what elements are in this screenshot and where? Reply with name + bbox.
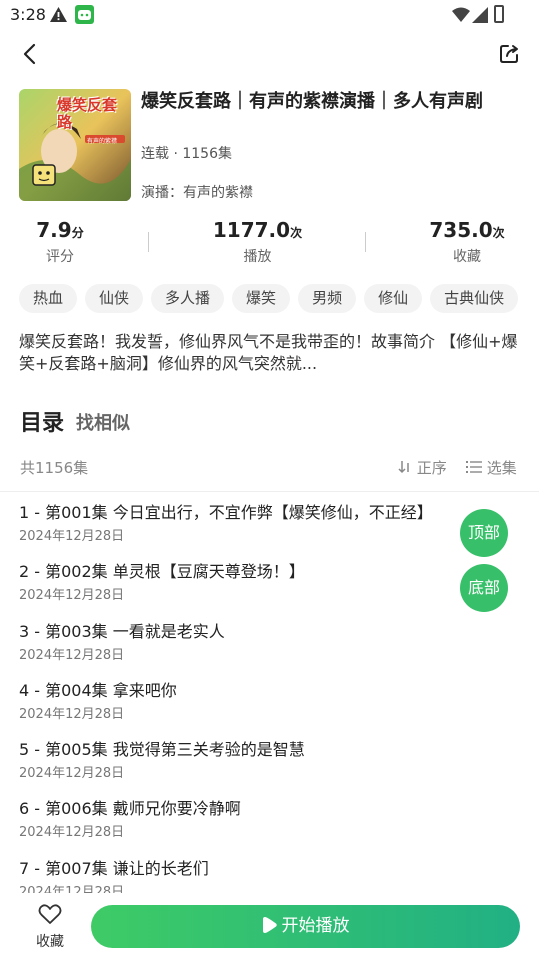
list-icon — [466, 461, 482, 473]
find-similar-button[interactable]: 找相似 — [76, 409, 130, 435]
episode-title: 5 - 第005集 我觉得第三关考验的是智慧 — [19, 740, 305, 760]
back-arrow-icon — [23, 43, 36, 65]
episode-title: 7 - 第007集 谦让的长老们 — [19, 858, 209, 878]
episode-item[interactable]: 4 - 第004集 拿来吧你 2024年12月28日 — [0, 678, 539, 737]
episode-list: 1 - 第001集 今日宜出行，不宜作弊【爆笑修仙，不正经】 2024年12月2… — [0, 500, 539, 893]
toc-header: 目录 找相似 — [20, 405, 130, 437]
select-label: 选集 — [486, 459, 517, 477]
episode-date: 2024年12月28日 — [19, 766, 125, 782]
stat-plays: 1177.0次 播放 — [200, 218, 315, 266]
episode-item[interactable]: 6 - 第006集 戴师兄你要冷静啊 2024年12月28日 — [0, 796, 539, 855]
battery-icon — [494, 5, 504, 23]
toc-title: 目录 — [20, 411, 65, 436]
sort-icon — [398, 461, 409, 474]
tag-chip[interactable]: 爆笑 — [232, 284, 291, 313]
favorite-button[interactable]: 收藏 — [30, 903, 70, 951]
sort-button[interactable]: 正序 — [398, 457, 447, 478]
start-play-button[interactable]: 开始播放 — [91, 905, 520, 948]
play-icon — [262, 917, 277, 933]
episode-title: 6 - 第006集 戴师兄你要冷静啊 — [19, 799, 241, 819]
narrator-info[interactable]: 演播：有声的紫襟 — [141, 182, 253, 202]
serial-info: 连载 · 1156集 — [141, 146, 232, 162]
stat-rating-value: 7.9 — [36, 218, 72, 242]
stats-row: 7.9分 评分 1177.0次 播放 735.0次 收藏 — [0, 218, 539, 268]
book-cover[interactable]: 爆笑反套路 有声的紫襟 — [19, 89, 131, 201]
favorite-label: 收藏 — [36, 934, 64, 950]
episode-item[interactable]: 1 - 第001集 今日宜出行，不宜作弊【爆笑修仙，不正经】 2024年12月2… — [0, 500, 539, 559]
sort-label: 正序 — [416, 459, 447, 477]
episode-item[interactable]: 7 - 第007集 谦让的长老们 2024年12月28日 — [0, 856, 539, 893]
episode-date: 2024年12月28日 — [19, 647, 125, 663]
heart-icon — [38, 904, 62, 924]
stat-rating-label: 评分 — [46, 249, 74, 265]
stat-favorites-unit: 次 — [492, 226, 505, 240]
top-bar — [0, 30, 539, 78]
select-episodes-button[interactable]: 选集 — [466, 457, 517, 478]
status-time: 3:28 — [10, 5, 46, 24]
tag-chip[interactable]: 古典仙侠 — [430, 284, 519, 313]
episode-item[interactable]: 5 - 第005集 我觉得第三关考验的是智慧 2024年12月28日 — [0, 737, 539, 796]
tag-chip[interactable]: 热血 — [19, 284, 78, 313]
episode-title: 3 - 第003集 一看就是老实人 — [19, 621, 225, 641]
cover-title-text: 爆笑反套路 — [57, 96, 118, 131]
episode-title: 1 - 第001集 今日宜出行，不宜作弊【爆笑修仙，不正经】 — [19, 503, 433, 522]
book-title: 爆笑反套路｜有声的紫襟演播｜多人有声剧 — [141, 91, 483, 112]
tag-list: 热血 仙侠 多人播 爆笑 男频 修仙 古典仙侠 — [19, 284, 539, 314]
tag-chip[interactable]: 男频 — [298, 284, 357, 313]
share-button[interactable] — [495, 40, 523, 68]
stat-plays-value: 1177.0 — [212, 218, 291, 242]
start-play-label: 开始播放 — [281, 916, 350, 936]
episode-date: 2024年12月28日 — [19, 884, 125, 893]
stat-rating-unit: 分 — [71, 226, 84, 240]
signal-icon — [472, 7, 488, 27]
app-notification-icon — [75, 5, 94, 24]
episode-date: 2024年12月28日 — [19, 825, 125, 841]
status-bar: 3:28 — [0, 0, 539, 30]
episode-item[interactable]: 2 - 第002集 单灵根【豆腐天尊登场！】 2024年12月28日 — [0, 559, 539, 618]
episode-count-row: 共1156集 正序 选集 — [0, 452, 539, 482]
bottom-bar: 收藏 开始播放 — [0, 893, 539, 958]
episode-item[interactable]: 3 - 第003集 一看就是老实人 2024年12月28日 — [0, 619, 539, 678]
stat-divider — [365, 232, 366, 252]
scroll-top-button[interactable]: 顶部 — [460, 509, 508, 557]
stat-divider — [148, 232, 149, 252]
warning-icon — [50, 7, 67, 26]
back-button[interactable] — [16, 40, 44, 68]
wifi-icon — [452, 7, 470, 26]
stat-plays-label: 播放 — [243, 249, 272, 265]
tag-chip[interactable]: 多人播 — [151, 284, 225, 313]
tag-chip[interactable]: 仙侠 — [85, 284, 144, 313]
scroll-bottom-button[interactable]: 底部 — [460, 564, 508, 612]
episode-date: 2024年12月28日 — [19, 706, 125, 722]
share-icon — [500, 45, 518, 63]
book-description[interactable]: 爆笑反套路！我发誓，修仙界风气不是我带歪的！故事简介 【修仙+爆笑+反套路+脑洞… — [19, 331, 519, 375]
stat-favorites-value: 735.0 — [429, 218, 493, 242]
cover-subtitle-text: 有声的紫襟 — [87, 138, 118, 145]
stat-favorites: 735.0次 收藏 — [420, 218, 514, 266]
tag-chip[interactable]: 修仙 — [364, 284, 423, 313]
stat-rating: 7.9分 评分 — [20, 218, 100, 266]
episode-title: 4 - 第004集 拿来吧你 — [19, 680, 177, 700]
stat-favorites-label: 收藏 — [453, 249, 481, 265]
divider — [0, 491, 539, 492]
episode-count: 共1156集 — [20, 459, 89, 477]
stat-plays-unit: 次 — [290, 226, 303, 240]
